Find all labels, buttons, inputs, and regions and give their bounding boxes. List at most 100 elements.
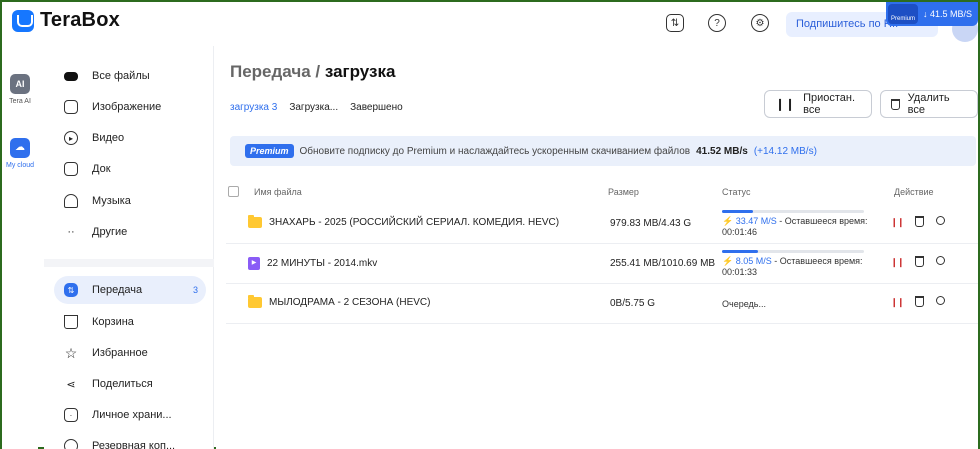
delete-icon[interactable] xyxy=(915,296,924,307)
share-icon: ⋖ xyxy=(66,378,76,391)
music-icon xyxy=(64,194,78,208)
queued-status: Очередь... xyxy=(722,299,766,309)
download-rate: 33.47 M/S xyxy=(735,216,777,226)
search-icon[interactable] xyxy=(936,296,945,305)
column-header-status: Статус xyxy=(722,187,751,197)
folder-icon xyxy=(248,215,262,228)
table-row[interactable]: ▶ 22 МИНУТЫ - 2014.mkv 255.41 MB/1010.69… xyxy=(226,244,978,284)
transfer-top-icon[interactable]: ⇅ xyxy=(666,14,684,32)
column-header-name[interactable]: Имя файла xyxy=(254,187,302,197)
file-name-cell: ЗНАХАРЬ - 2025 (РОССИЙСКИЙ СЕРИАЛ. КОМЕД… xyxy=(248,215,559,228)
file-name-cell: ▶ 22 МИНУТЫ - 2014.mkv xyxy=(248,257,377,270)
progress-bar xyxy=(722,210,864,213)
sidebar-item-share[interactable]: ⋖ Поделиться xyxy=(54,370,206,398)
column-header-size[interactable]: Размер xyxy=(608,187,639,197)
file-name: МЫЛОДРАМА - 2 СЕЗОНА (HEVC) xyxy=(269,297,431,308)
pause-icon[interactable]: ❙❙ xyxy=(890,216,904,228)
search-icon[interactable] xyxy=(936,256,945,265)
help-icon[interactable]: ? xyxy=(708,14,726,32)
trash-icon xyxy=(64,315,78,329)
top-bar: TeraBox ⇅ ? ⚙ Подпишитесь по Р... Premiu… xyxy=(2,2,978,46)
other-icon: ·· xyxy=(67,226,75,238)
file-name-cell: МЫЛОДРАМА - 2 СЕЗОНА (HEVC) xyxy=(248,295,431,308)
ai-icon: AI xyxy=(10,74,30,94)
tab-completed[interactable]: Завершено xyxy=(350,102,403,113)
rail-item-tera-ai[interactable]: AI Tera AI xyxy=(2,74,38,105)
select-all-checkbox[interactable] xyxy=(228,186,239,197)
pause-icon[interactable]: ❙❙ xyxy=(890,256,904,268)
sidebar-item-images[interactable]: Изображение xyxy=(54,93,206,121)
pause-icon[interactable]: ❙❙ xyxy=(890,296,904,308)
banner-speed: 41.52 MB/s xyxy=(696,145,748,157)
banner-speed-bonus: (+14.12 MB/s) xyxy=(753,145,817,157)
transfer-count-badge: 3 xyxy=(192,285,198,295)
sidebar-item-label: Передача xyxy=(92,284,143,296)
tab-download[interactable]: загрузка 3 xyxy=(230,102,277,113)
sidebar-item-label: Другие xyxy=(92,226,128,238)
backup-icon xyxy=(64,439,78,449)
row-actions: ❙❙ xyxy=(890,256,945,268)
breadcrumb-download: загрузка xyxy=(324,62,396,81)
sidebar: Все файлы Изображение ▸ Видео Док Музыка… xyxy=(44,46,214,449)
main-panel: Передача / загрузка загрузка 3 Загрузка.… xyxy=(216,46,978,449)
sidebar-item-label: Все файлы xyxy=(92,70,150,82)
file-size: 979.83 MB/4.43 G xyxy=(610,218,692,229)
table-row[interactable]: ЗНАХАРЬ - 2025 (РОССИЙСКИЙ СЕРИАЛ. КОМЕД… xyxy=(226,204,978,244)
delete-icon[interactable] xyxy=(915,216,924,227)
progress-fill xyxy=(722,250,758,253)
column-header-action: Действие xyxy=(894,187,934,197)
file-name: 22 МИНУТЫ - 2014.mkv xyxy=(267,258,378,269)
sidebar-item-label: Резервная коп... xyxy=(92,440,176,449)
table-row[interactable]: МЫЛОДРАМА - 2 СЕЗОНА (HEVC) 0B/5.75 G Оч… xyxy=(226,284,978,324)
sidebar-item-transfer[interactable]: ⇅ Передача 3 xyxy=(54,276,206,304)
sidebar-item-label: Музыка xyxy=(92,195,131,207)
doc-icon xyxy=(64,162,78,176)
sidebar-item-all-files[interactable]: Все файлы xyxy=(54,62,206,90)
sidebar-item-music[interactable]: Музыка xyxy=(54,187,206,215)
app-logo[interactable]: TeraBox xyxy=(12,9,120,32)
folder-icon xyxy=(248,295,262,308)
search-icon[interactable] xyxy=(936,216,945,225)
settings-icon[interactable]: ⚙ xyxy=(751,14,769,32)
sidebar-item-backup[interactable]: Резервная коп... xyxy=(54,432,206,449)
sidebar-item-video[interactable]: ▸ Видео xyxy=(54,124,206,152)
premium-crown-icon: Premium xyxy=(888,4,918,24)
delete-all-label: Удалить все xyxy=(907,92,950,116)
remaining-label: - Оставшееся время: xyxy=(779,216,868,226)
sidebar-item-label: Корзина xyxy=(92,316,134,328)
status-cell: ⚡ 33.47 M/S - Оставшееся время: 00:01:46 xyxy=(722,210,872,237)
rail-item-my-cloud[interactable]: ☁ My cloud xyxy=(2,138,38,169)
trash-icon xyxy=(891,98,900,110)
sidebar-item-trash[interactable]: Корзина xyxy=(54,308,206,336)
delete-icon[interactable] xyxy=(915,256,924,267)
rail-cloud-label: My cloud xyxy=(5,162,34,169)
status-cell: Очередь... xyxy=(722,299,872,309)
video-file-icon: ▶ xyxy=(248,257,260,270)
sidebar-item-favorites[interactable]: ☆ Избранное xyxy=(54,339,206,367)
remaining-time: 00:01:46 xyxy=(722,227,758,237)
download-rate: 8.05 M/S xyxy=(735,256,772,266)
cloud-icon: ☁ xyxy=(10,138,30,158)
tab-uploading[interactable]: Загрузка... xyxy=(289,102,338,113)
speed-badge-value: ↓ 41.5 MB/S xyxy=(922,9,972,19)
speed-badge[interactable]: Premium ↓ 41.5 MB/S xyxy=(886,2,978,26)
star-icon: ☆ xyxy=(64,344,78,361)
image-icon xyxy=(64,100,78,114)
lightning-icon: ⚡ xyxy=(722,216,734,226)
sidebar-item-docs[interactable]: Док xyxy=(54,155,206,183)
page-title: Передача / загрузка xyxy=(230,62,395,82)
sidebar-item-other[interactable]: ·· Другие xyxy=(54,218,206,246)
sidebar-item-label: Док xyxy=(92,163,111,175)
sidebar-divider xyxy=(44,259,214,267)
premium-banner[interactable]: Premium Обновите подписку до Premium и н… xyxy=(230,136,976,166)
video-icon: ▸ xyxy=(64,131,78,145)
sidebar-item-label: Поделиться xyxy=(92,378,153,390)
pause-icon: ❙❙ xyxy=(775,97,796,111)
delete-all-button[interactable]: Удалить все xyxy=(880,90,978,118)
transfer-icon: ⇅ xyxy=(64,283,78,297)
breadcrumb-transfer[interactable]: Передача xyxy=(230,62,311,81)
pause-all-button[interactable]: ❙❙ Приостан. все xyxy=(764,90,872,118)
sidebar-item-vault[interactable]: · Личное храни... xyxy=(54,401,206,429)
table-header: Имя файла Размер Статус Действие xyxy=(226,182,978,202)
lightning-icon: ⚡ xyxy=(722,256,734,266)
